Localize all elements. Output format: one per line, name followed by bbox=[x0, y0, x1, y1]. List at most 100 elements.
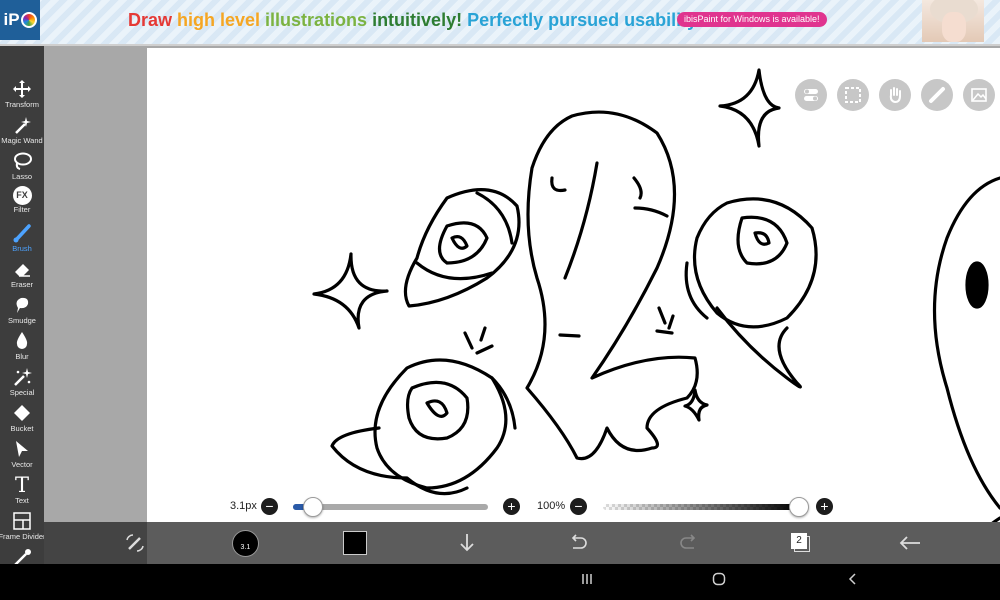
brush-preview-icon: 3.1 bbox=[231, 529, 259, 557]
download-button[interactable] bbox=[452, 528, 482, 558]
toggle-icon bbox=[804, 89, 818, 101]
tool-special[interactable]: Special bbox=[0, 366, 44, 402]
fx-icon: FX bbox=[12, 186, 32, 205]
android-nav-bar bbox=[0, 564, 1000, 600]
image-icon bbox=[971, 88, 987, 102]
tool-label: Text bbox=[15, 496, 29, 505]
tool-label: Lasso bbox=[11, 172, 32, 181]
tool-brush[interactable]: Brush bbox=[0, 222, 44, 258]
ad-headline-part: high level bbox=[177, 10, 261, 30]
system-back-button[interactable] bbox=[846, 572, 860, 591]
color-button[interactable] bbox=[340, 528, 370, 558]
opacity-thumb[interactable] bbox=[789, 497, 809, 517]
logo-text: iP bbox=[3, 10, 20, 29]
tool-selection-button[interactable] bbox=[120, 528, 150, 558]
ruler-button[interactable] bbox=[921, 79, 953, 111]
ad-portrait-image bbox=[922, 0, 984, 42]
brush-size-minus-button[interactable]: − bbox=[261, 498, 278, 515]
brush-size-value: 3.1px bbox=[230, 500, 257, 512]
ad-headline-part: Perfectly pursued usability! bbox=[467, 10, 704, 30]
undo-button[interactable] bbox=[563, 528, 593, 558]
reference-image-button[interactable] bbox=[963, 79, 995, 111]
brush-size-badge: 3.1 bbox=[240, 543, 251, 551]
brush-icon bbox=[11, 222, 33, 244]
redo-button[interactable] bbox=[674, 528, 704, 558]
brush-settings-button[interactable]: 3.1 bbox=[230, 528, 260, 558]
eraser-icon bbox=[11, 258, 33, 280]
tool-frame-divider[interactable]: Frame Divider bbox=[0, 510, 46, 546]
opacity-slider[interactable] bbox=[603, 504, 799, 510]
hand-icon bbox=[889, 87, 901, 104]
smudge-icon bbox=[11, 294, 33, 316]
home-button[interactable] bbox=[712, 572, 726, 591]
undo-icon bbox=[571, 534, 587, 549]
toggle-button[interactable] bbox=[795, 79, 827, 111]
tool-text[interactable]: T Text bbox=[0, 474, 44, 510]
tool-label: Vector bbox=[11, 460, 33, 469]
tool-label: Magic Wand bbox=[1, 136, 43, 145]
tool-label: Brush bbox=[12, 244, 32, 253]
left-toolbar: Transform Magic Wand Lasso FX Filter Bru… bbox=[0, 46, 46, 566]
ad-headline-part: intuitively! bbox=[372, 10, 463, 30]
bucket-icon bbox=[11, 402, 33, 424]
tool-blur[interactable]: Blur bbox=[0, 330, 44, 366]
tool-label: Smudge bbox=[8, 316, 36, 325]
tool-magic-wand[interactable]: Magic Wand bbox=[0, 114, 44, 150]
bottom-toolbar: 3.1 2 bbox=[44, 522, 1000, 564]
ruler-icon bbox=[929, 87, 945, 103]
ad-headline-part: illustrations bbox=[265, 10, 368, 30]
frame-divider-icon bbox=[11, 510, 33, 532]
opacity-value: 100% bbox=[537, 500, 566, 512]
arrow-down-icon bbox=[460, 534, 474, 552]
ad-windows-pill[interactable]: ibisPaint for Windows is available! bbox=[677, 12, 827, 27]
chevron-left-icon bbox=[848, 573, 856, 585]
move-icon bbox=[11, 78, 33, 100]
ad-headline: Draw high level illustrations intuitively! P… bbox=[128, 10, 708, 31]
brush-size-thumb[interactable] bbox=[302, 497, 323, 517]
color-wheel-icon bbox=[20, 12, 37, 28]
opacity-minus-button[interactable]: − bbox=[570, 498, 587, 515]
tool-label: Transform bbox=[5, 100, 39, 109]
tool-label: Filter bbox=[13, 205, 31, 214]
back-button[interactable] bbox=[895, 528, 925, 558]
tool-lasso[interactable]: Lasso bbox=[0, 150, 44, 186]
recent-apps-button[interactable] bbox=[580, 572, 594, 591]
blur-drop-icon bbox=[11, 330, 33, 352]
tool-smudge[interactable]: Smudge bbox=[0, 294, 44, 330]
brush-swap-icon bbox=[126, 534, 144, 552]
opacity-fill bbox=[603, 504, 799, 510]
ibispaint-logo: iP bbox=[0, 0, 40, 40]
tool-transform[interactable]: Transform bbox=[0, 78, 44, 114]
selection-button[interactable] bbox=[837, 79, 869, 111]
magic-wand-icon bbox=[11, 114, 33, 136]
layer-count: 2 bbox=[791, 533, 807, 549]
opacity-plus-button[interactable]: + bbox=[816, 498, 833, 515]
brush-size-plus-button[interactable]: + bbox=[503, 498, 520, 515]
tool-label: Eraser bbox=[10, 280, 34, 289]
tool-label: Special bbox=[9, 388, 35, 397]
recent-apps-icon bbox=[582, 574, 592, 584]
sketch-artwork bbox=[312, 68, 1000, 522]
layers-icon: 2 bbox=[791, 533, 811, 553]
arrow-left-icon bbox=[899, 536, 920, 550]
brush-slider-row: 3.1px − + 100% − + bbox=[147, 494, 1000, 520]
tool-label: Blur bbox=[15, 352, 29, 361]
active-color-swatch bbox=[343, 531, 367, 555]
drawing-canvas[interactable] bbox=[147, 48, 1000, 522]
tool-filter[interactable]: FX Filter bbox=[0, 186, 44, 222]
hand-button[interactable] bbox=[879, 79, 911, 111]
tool-eraser[interactable]: Eraser bbox=[0, 258, 44, 294]
ad-banner[interactable]: iP Draw high level illustrations intuitivel… bbox=[0, 0, 1000, 46]
home-icon bbox=[712, 572, 726, 586]
selection-icon bbox=[845, 87, 861, 103]
tool-bucket[interactable]: Bucket bbox=[0, 402, 44, 438]
layers-button[interactable]: 2 bbox=[786, 528, 816, 558]
text-icon: T bbox=[14, 472, 29, 497]
tool-label: Bucket bbox=[10, 424, 34, 433]
lasso-icon bbox=[11, 150, 33, 172]
redo-icon bbox=[680, 534, 696, 549]
sparkle-icon bbox=[11, 366, 33, 388]
tool-vector[interactable]: Vector bbox=[0, 438, 44, 474]
tool-label: Frame Divider bbox=[0, 532, 46, 541]
vector-arrow-icon bbox=[11, 438, 33, 460]
